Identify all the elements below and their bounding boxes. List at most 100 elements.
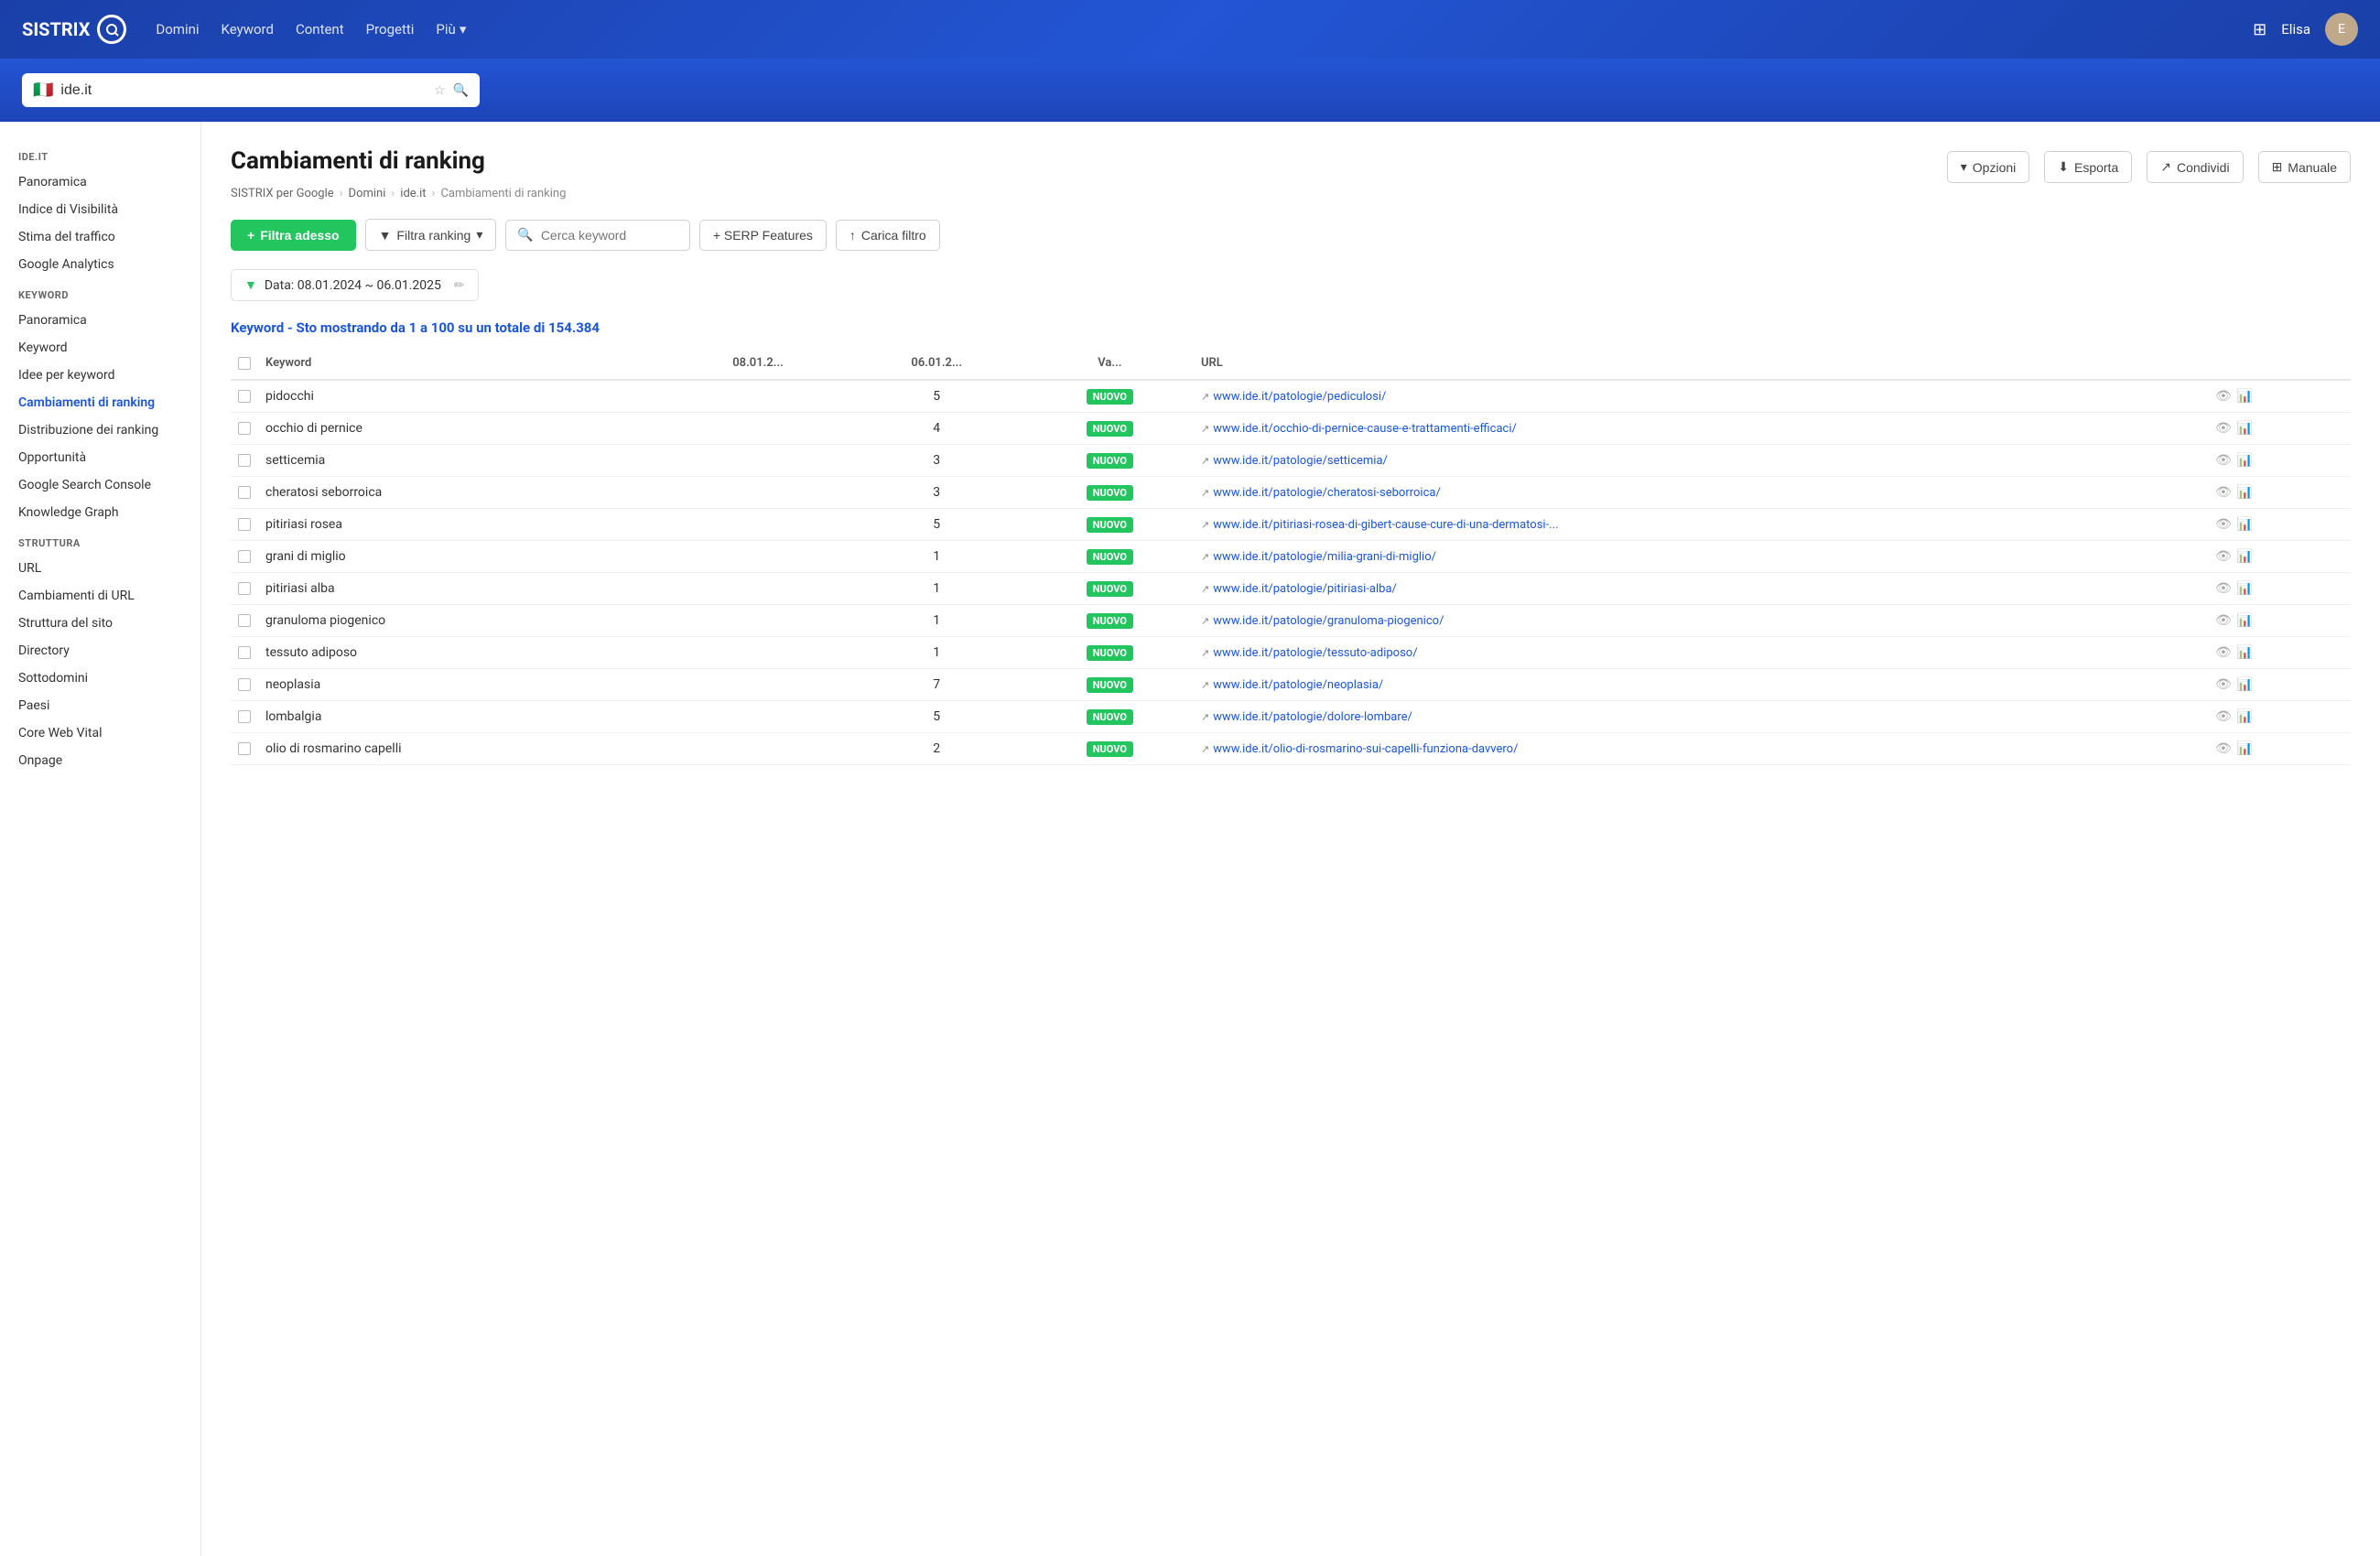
row-checkbox[interactable] [238,678,251,691]
chart-icon[interactable]: 📊 [2237,485,2253,500]
keyword-search-input[interactable] [541,228,678,243]
nuovo-badge: NUOVO [1087,613,1133,629]
url-text[interactable]: www.ide.it/patologie/milia-grani-di-migl… [1213,550,1436,564]
sidebar-item-google-analytics[interactable]: Google Analytics [0,251,200,278]
select-all-checkbox[interactable] [238,357,251,370]
sidebar-item-keyword[interactable]: Keyword [0,334,200,362]
chart-icon[interactable]: 📊 [2237,645,2253,660]
eye-icon[interactable]: 👁 [2215,517,2232,532]
sidebar-item-url[interactable]: URL [0,555,200,582]
filtra-adesso-button[interactable]: + Filtra adesso [231,220,356,251]
chart-icon[interactable]: 📊 [2237,389,2253,404]
chart-icon[interactable]: 📊 [2237,453,2253,468]
row-checkbox[interactable] [238,486,251,499]
row-checkbox[interactable] [238,550,251,563]
sidebar-item-idee-keyword[interactable]: Idee per keyword [0,362,200,389]
url-text[interactable]: www.ide.it/patologie/dolore-lombare/ [1213,710,1412,724]
eye-icon[interactable]: 👁 [2215,741,2232,756]
manuale-button[interactable]: ⊞ Manuale [2258,151,2351,183]
chart-icon[interactable]: 📊 [2237,741,2253,756]
sidebar-item-traffico[interactable]: Stima del traffico [0,223,200,251]
sidebar-item-google-search-console[interactable]: Google Search Console [0,471,200,499]
nav-piu[interactable]: Più ▾ [436,21,466,38]
sidebar-item-panoramica-kw[interactable]: Panoramica [0,307,200,334]
row-checkbox[interactable] [238,742,251,755]
carica-filtro-button[interactable]: ↑ Carica filtro [836,220,940,251]
eye-icon[interactable]: 👁 [2215,485,2232,500]
sidebar-item-visibilita[interactable]: Indice di Visibilità [0,196,200,223]
nav-keyword[interactable]: Keyword [222,21,274,38]
url-text[interactable]: www.ide.it/patologie/neoplasia/ [1213,678,1383,692]
chart-icon[interactable]: 📊 [2237,421,2253,436]
eye-icon[interactable]: 👁 [2215,453,2232,468]
sidebar-item-panoramica-domain[interactable]: Panoramica [0,168,200,196]
row-checkbox[interactable] [238,582,251,595]
row-checkbox[interactable] [238,518,251,531]
sidebar-item-cambiamenti-ranking[interactable]: Cambiamenti di ranking [0,389,200,416]
sidebar-item-sottodomini[interactable]: Sottodomini [0,665,200,692]
chart-icon[interactable]: 📊 [2237,677,2253,692]
chart-icon[interactable]: 📊 [2237,549,2253,564]
nav-domini[interactable]: Domini [156,21,199,38]
filtra-ranking-button[interactable]: ▼ Filtra ranking ▾ [365,219,497,251]
row-checkbox[interactable] [238,646,251,659]
opzioni-button[interactable]: ▾ Opzioni [1947,151,2030,183]
chart-icon[interactable]: 📊 [2237,517,2253,532]
sidebar-item-directory[interactable]: Directory [0,637,200,665]
url-text[interactable]: www.ide.it/patologie/cheratosi-seborroic… [1213,486,1441,500]
date-filter[interactable]: ▼ Data: 08.01.2024 ~ 06.01.2025 ✏ [231,269,479,301]
sidebar-item-core-web-vital[interactable]: Core Web Vital [0,719,200,747]
sidebar-item-cambiamenti-url[interactable]: Cambiamenti di URL [0,582,200,610]
url-text[interactable]: www.ide.it/occhio-di-pernice-cause-e-tra… [1213,422,1517,436]
eye-icon[interactable]: 👁 [2215,709,2232,724]
url-text[interactable]: www.ide.it/patologie/pediculosi/ [1213,390,1386,404]
esporta-button[interactable]: ⬇ Esporta [2044,151,2132,183]
breadcrumb-ideit[interactable]: ide.it [400,187,426,200]
eye-icon[interactable]: 👁 [2215,645,2232,660]
breadcrumb-sistrix[interactable]: SISTRIX per Google [231,187,334,200]
eye-icon[interactable]: 👁 [2215,549,2232,564]
eye-icon[interactable]: 👁 [2215,421,2232,436]
nuovo-badge: NUOVO [1087,645,1133,661]
nav-content[interactable]: Content [296,21,344,38]
url-text[interactable]: www.ide.it/pitiriasi-rosea-di-gibert-cau… [1213,518,1558,532]
avatar[interactable]: E [2325,13,2358,46]
bookmark-icon[interactable]: ☆ [434,83,446,98]
sidebar-item-struttura-sito[interactable]: Struttura del sito [0,610,200,637]
eye-icon[interactable]: 👁 [2215,613,2232,628]
sidebar-item-paesi[interactable]: Paesi [0,692,200,719]
row-checkbox[interactable] [238,454,251,467]
row-checkbox[interactable] [238,422,251,435]
url-text[interactable]: www.ide.it/patologie/pitiriasi-alba/ [1213,582,1397,596]
url-text[interactable]: www.ide.it/patologie/setticemia/ [1213,454,1388,468]
breadcrumb-domini[interactable]: Domini [349,187,386,200]
search-input[interactable] [60,82,427,99]
row-checkbox[interactable] [238,710,251,723]
sidebar-item-knowledge-graph[interactable]: Knowledge Graph [0,499,200,526]
serp-features-button[interactable]: + SERP Features [699,220,827,251]
grid-icon[interactable]: ⊞ [2253,20,2266,39]
search-icon[interactable]: 🔍 [453,83,469,98]
eye-icon[interactable]: 👁 [2215,389,2232,404]
chart-icon[interactable]: 📊 [2237,581,2253,596]
edit-icon[interactable]: ✏ [454,278,465,293]
url-text[interactable]: www.ide.it/patologie/tessuto-adiposo/ [1213,646,1417,660]
row-checkbox[interactable] [238,614,251,627]
sidebar-item-distribuzione[interactable]: Distribuzione dei ranking [0,416,200,444]
eye-icon[interactable]: 👁 [2215,581,2232,596]
nav-progetti[interactable]: Progetti [366,21,415,38]
url-text[interactable]: www.ide.it/olio-di-rosmarino-sui-capelli… [1213,742,1518,756]
row-url: ↗ www.ide.it/pitiriasi-rosea-di-gibert-c… [1194,509,2208,541]
chart-icon[interactable]: 📊 [2237,709,2253,724]
eye-icon[interactable]: 👁 [2215,677,2232,692]
sidebar-item-onpage[interactable]: Onpage [0,747,200,774]
row-checkbox[interactable] [238,390,251,403]
keyword-search-field[interactable]: 🔍 [505,220,689,251]
search-icons: ☆ 🔍 [434,83,469,98]
logo[interactable]: SISTRIX [22,15,126,44]
condividi-button[interactable]: ↗ Condividi [2147,151,2243,183]
row-badge: NUOVO [1026,541,1194,573]
chart-icon[interactable]: 📊 [2237,613,2253,628]
url-text[interactable]: www.ide.it/patologie/granuloma-piogenico… [1213,614,1444,628]
sidebar-item-opportunita[interactable]: Opportunità [0,444,200,471]
